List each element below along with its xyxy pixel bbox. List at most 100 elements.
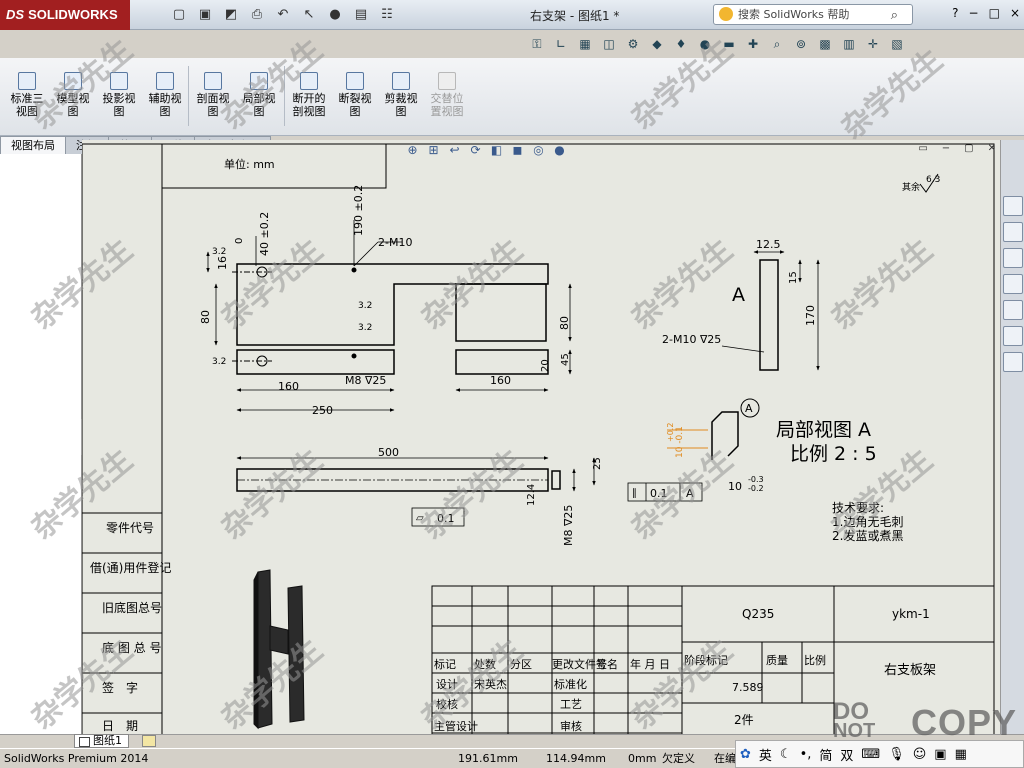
help-search-placeholder: 搜索 SolidWorks 帮助	[738, 8, 850, 21]
keyboard-icon[interactable]: ⌨	[861, 747, 880, 762]
grid-menu-icon[interactable]: ▦	[955, 747, 967, 762]
grid-icon[interactable]: ▦	[576, 35, 594, 53]
pin-icon[interactable]: ♦	[672, 35, 690, 53]
help-button[interactable]: ?	[952, 6, 958, 20]
design-library-icon[interactable]	[1003, 248, 1023, 268]
mic-icon[interactable]: 🎙	[888, 747, 905, 762]
heads-up-view-toolbar: ⊕ ⊞ ↩ ⟳ ◧ ◼ ◎ ●	[405, 140, 567, 160]
tab-view-layout[interactable]: 视图布局	[0, 136, 66, 154]
drawing-canvas[interactable]: 单位: mm 零件代号 借(通)用件登记 旧底图总号 底 图 总 号 签 字 日…	[82, 140, 1000, 734]
projected-view-button[interactable]: 投影视图	[96, 72, 142, 118]
tb-part-name: 右支板架	[884, 663, 936, 678]
key-icon[interactable]: ⚿	[528, 35, 546, 53]
dim-170: 170	[804, 305, 817, 326]
sheet-tab-1[interactable]: 图纸1	[74, 734, 129, 748]
save-icon[interactable]: ◩	[220, 5, 242, 25]
punct-icon[interactable]: •,	[800, 747, 812, 762]
dim-40: 40 ±0.2	[258, 212, 271, 256]
add-sheet-icon[interactable]	[142, 735, 156, 747]
view-label-a: A	[732, 284, 745, 306]
tb-weight: 7.589	[732, 681, 764, 694]
sheet-tile-button[interactable]: ▭	[918, 143, 927, 154]
feature-manager-panel[interactable]: ···	[0, 154, 89, 734]
cross-icon[interactable]: ✚	[744, 35, 762, 53]
gear-icon[interactable]: ⚙	[624, 35, 642, 53]
file-properties-icon[interactable]: ▤	[350, 5, 372, 25]
previous-view-icon[interactable]: ↩	[447, 143, 462, 158]
tb-r-process: 工艺	[560, 698, 582, 711]
tb-quantity: 2件	[734, 713, 754, 727]
detail-view-button[interactable]: 局部视图	[236, 72, 282, 118]
cmd-label: 标准三	[10, 92, 44, 105]
home-icon[interactable]	[1003, 222, 1023, 242]
ds-mark: DS	[6, 7, 25, 22]
image-icon[interactable]: ▣	[934, 747, 946, 762]
restore-button[interactable]: □	[989, 6, 1000, 20]
rotate-icon[interactable]: ⟳	[468, 143, 483, 158]
hide-show-icon[interactable]: ◎	[531, 143, 546, 158]
file-explorer-icon[interactable]	[1003, 274, 1023, 294]
smile-icon[interactable]: ☺	[913, 747, 927, 762]
shape-icon[interactable]: ◆	[648, 35, 666, 53]
sheet-minimize-button[interactable]: −	[942, 143, 950, 154]
layers-icon[interactable]: ◫	[600, 35, 618, 53]
binoculars-icon[interactable]: ⊚	[792, 35, 810, 53]
print-icon[interactable]: ⎙	[246, 5, 268, 25]
cmd-label: 图	[159, 105, 171, 118]
tb-h-stage: 阶段标记	[684, 653, 728, 667]
sheet-close-button[interactable]: ✕	[988, 143, 996, 154]
model-view-button[interactable]: 模型视图	[50, 72, 96, 118]
parallelism-ref: A	[686, 487, 694, 500]
open-icon[interactable]: ▣	[194, 5, 216, 25]
cross-green-icon[interactable]: ✛	[864, 35, 882, 53]
tol-bottom: 10	[728, 480, 742, 493]
ruler-icon[interactable]: ▬	[720, 35, 738, 53]
appearance-icon[interactable]: ●	[552, 143, 567, 158]
moon-icon[interactable]: ☾	[780, 747, 792, 762]
minimize-button[interactable]: −	[969, 6, 979, 20]
standard-3-view-button[interactable]: 标准三 视图	[4, 72, 50, 118]
custom-properties-icon[interactable]	[1003, 352, 1023, 372]
excel-icon[interactable]: ▩	[816, 35, 834, 53]
paw-icon[interactable]: ✿	[740, 747, 751, 762]
tb-h-zone: 分区	[510, 658, 532, 671]
zoom-icon[interactable]: ⌕	[768, 35, 786, 53]
standard-3-view-icon	[18, 72, 36, 90]
ime-lang[interactable]: 英	[759, 745, 772, 764]
marker-icon[interactable]: ●	[696, 35, 714, 53]
view-orientation-icon[interactable]: ◧	[489, 143, 504, 158]
solidworks-resources-icon[interactable]	[1003, 196, 1023, 216]
appearances-icon[interactable]	[1003, 326, 1023, 346]
break-view-button[interactable]: 断裂视图	[332, 72, 378, 118]
tb-h-scale: 比例	[804, 653, 826, 667]
zoom-to-fit-icon[interactable]: ⊕	[405, 143, 420, 158]
roughness-front-2: 3.2	[358, 323, 372, 333]
crop-view-button[interactable]: 剪裁视图	[378, 72, 424, 118]
solidworks-logo[interactable]: DS SOLIDWORKS	[0, 0, 130, 30]
rebuild-icon[interactable]: ●	[324, 5, 346, 25]
tools-icon[interactable]: ▧	[888, 35, 906, 53]
ime-mode-2[interactable]: 双	[840, 745, 853, 764]
options-icon[interactable]: ☷	[376, 5, 398, 25]
sheet-restore-button[interactable]: ▢	[964, 143, 973, 154]
magnifier-icon[interactable]: ⌕	[891, 6, 898, 25]
ime-mode[interactable]: 简	[819, 745, 832, 764]
table-icon[interactable]: ▥	[840, 35, 858, 53]
help-search-input[interactable]: 搜索 SolidWorks 帮助 ⌕	[713, 4, 913, 25]
close-button[interactable]: ×	[1010, 6, 1020, 20]
angle-icon[interactable]: ∟	[552, 35, 570, 53]
undo-icon[interactable]: ↶	[272, 5, 294, 25]
brand-name: SOLIDWORKS	[28, 7, 118, 22]
status-x: 191.61mm	[458, 752, 518, 765]
status-z: 0mm	[628, 752, 657, 765]
drawing-sheet[interactable]: 单位: mm 零件代号 借(通)用件登记 旧底图总号 底 图 总 号 签 字 日…	[82, 140, 1000, 734]
view-palette-icon[interactable]	[1003, 300, 1023, 320]
tb-h-date: 年 月 日	[630, 657, 670, 671]
select-arrow-icon[interactable]: ↖	[298, 5, 320, 25]
auxiliary-view-button[interactable]: 辅助视图	[142, 72, 188, 118]
zoom-area-icon[interactable]: ⊞	[426, 143, 441, 158]
display-style-icon[interactable]: ◼	[510, 143, 525, 158]
section-view-button[interactable]: 剖面视图	[190, 72, 236, 118]
broken-out-section-button[interactable]: 断开的 剖视图	[286, 72, 332, 118]
new-document-icon[interactable]: ▢	[168, 5, 190, 25]
